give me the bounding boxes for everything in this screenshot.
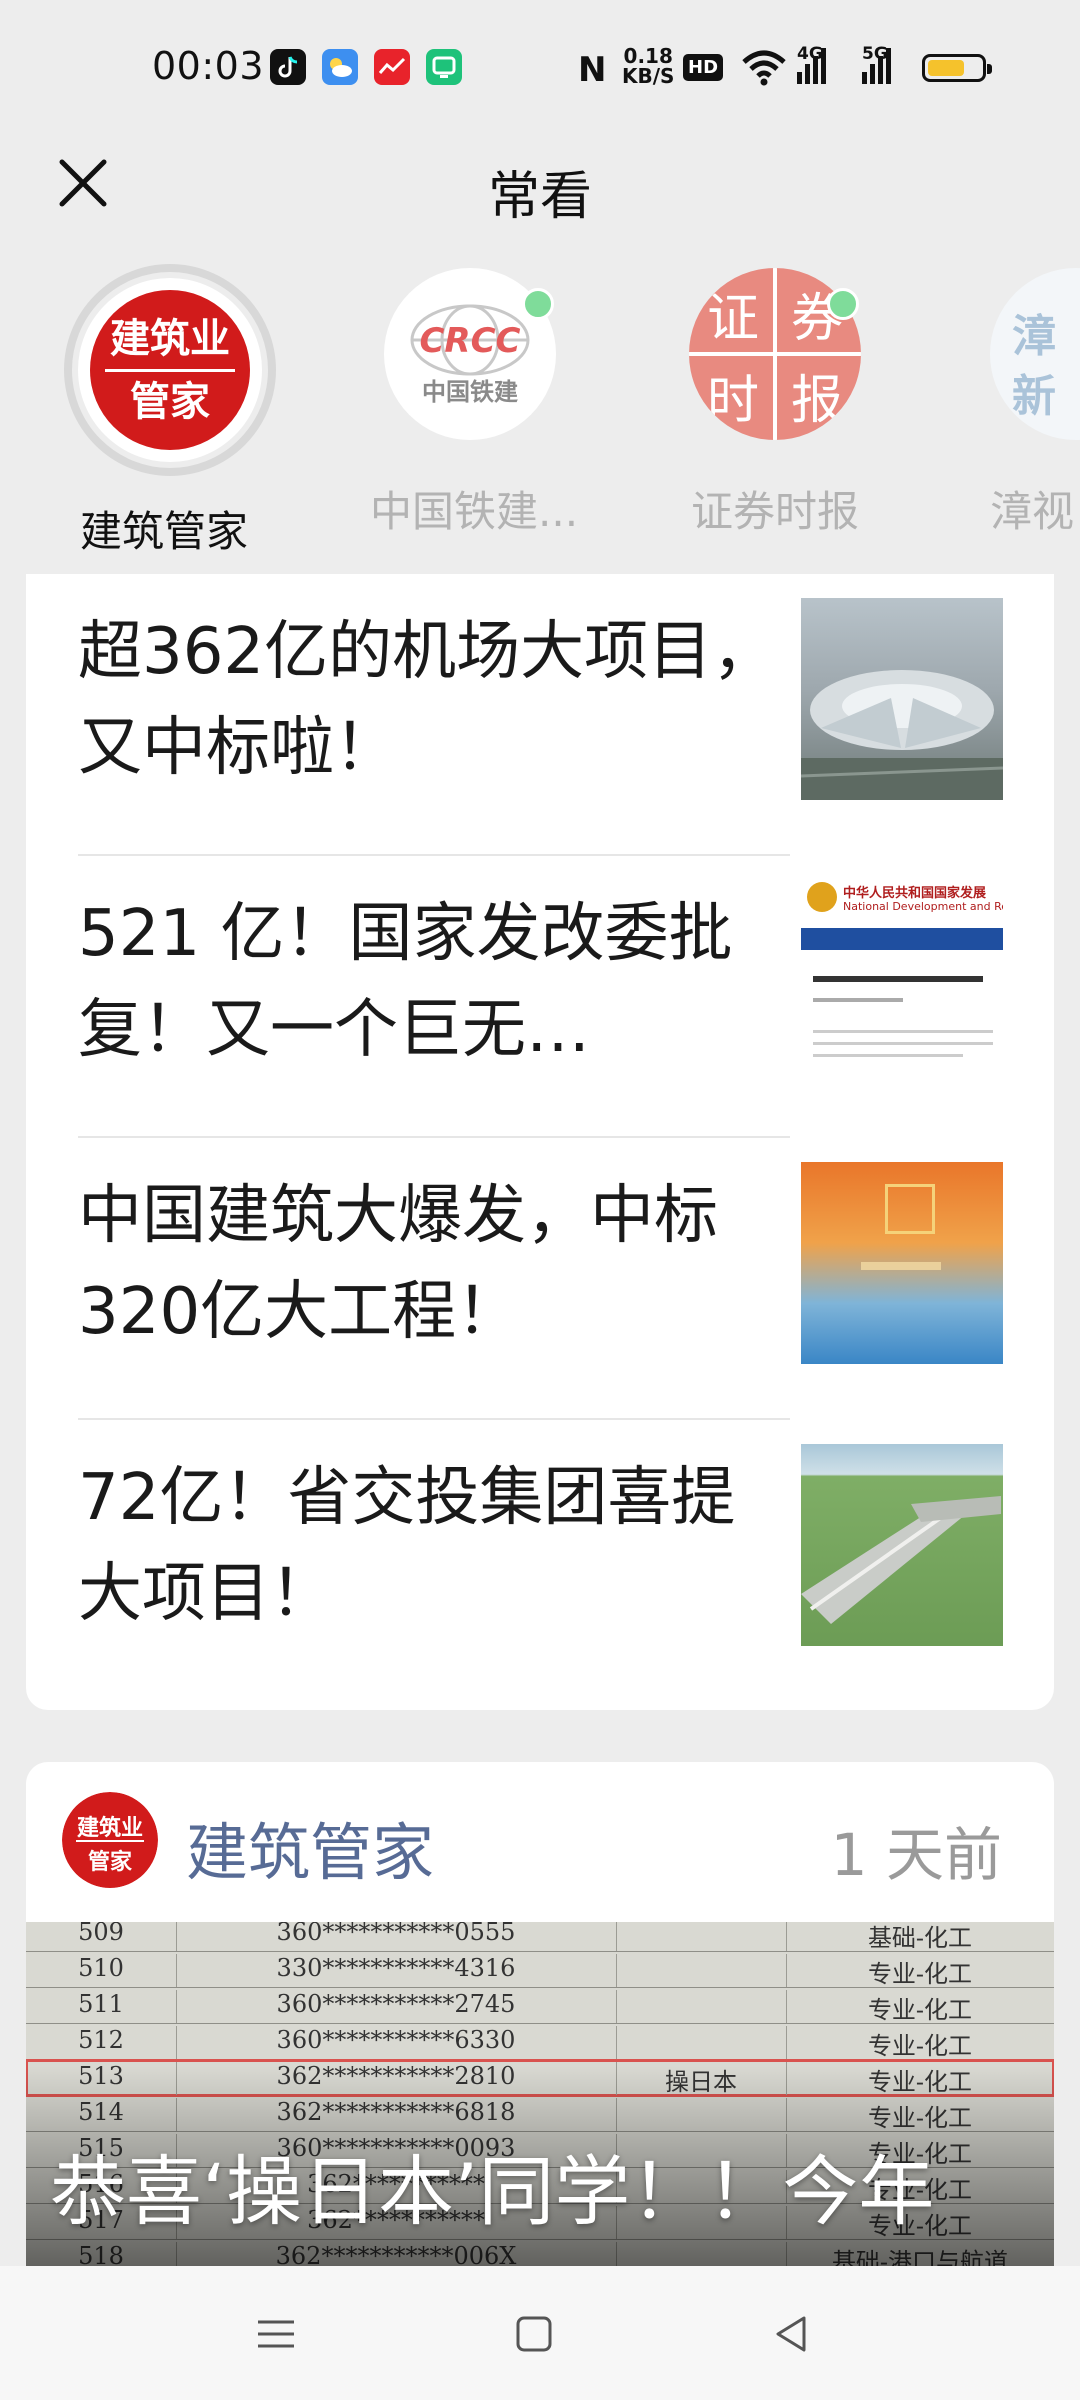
signal-4g: 4G [797,44,826,84]
wifi-icon [742,50,786,86]
cover-table-cell: 专业-化工 [786,1990,1054,2023]
update-dot [522,288,554,320]
status-bar: 00:03 N 0.18 KB/S HD 4G 5G [0,0,1080,130]
article-list-card: 超362亿的机场大项目，又中标啦！ 521 亿！国家发改委批复！又一个巨无… 中… [26,574,1054,1710]
cover-table-cell: 360***********0555 [176,1922,617,1951]
cover-table-cell [616,1990,787,2023]
cover-table-cell: 360***********6330 [176,2026,617,2059]
svg-text:中国铁建: 中国铁建 [422,378,518,406]
account-securities-times[interactable]: 证 券 时 报 证券时报 [675,268,875,539]
back-triangle-icon [776,2316,806,2352]
article-title: 521 亿！国家发改委批复！又一个巨无… [78,897,733,1067]
signal-5g: 5G [862,44,891,84]
article-item[interactable]: 中国建筑大爆发，中标320亿大工程！ [78,1138,790,1420]
menu-button[interactable] [248,2306,304,2362]
tiktok-icon [270,49,306,85]
account-name: 证券时报 [690,487,859,536]
account-name: 漳视 [990,487,1075,536]
article-thumbnail-ndrc: 中华人民共和国国家发展 National Development and Ref [801,880,1003,1082]
account-name: 建筑管家 [79,507,248,556]
weather-icon [322,49,358,85]
battery-icon [922,54,992,82]
account-crcc[interactable]: CRCC 中国铁建 中国铁建... [370,268,579,539]
nfc-icon: N [578,50,607,90]
account-zhangshi[interactable]: 漳 新 漳视 [990,268,1080,539]
hd-voice-icon: HD [683,54,724,81]
cover-table-cell: 509 [26,1922,177,1951]
network-speed: 0.18 KB/S [622,44,675,88]
menu-icon [258,2320,294,2348]
svg-text:时: 时 [707,371,759,431]
cover-table-cell: 511 [26,1990,177,2023]
cover-table-cell: 专业-化工 [786,1954,1054,1987]
account-name: 中国铁建... [370,487,579,536]
cover-table-row: 512 360***********6330 专业-化工 [26,2024,1054,2060]
page-title: 常看 [487,167,592,227]
cover-table-cell: 360***********2745 [176,1990,617,2023]
stock-app-icon [374,49,410,85]
cover-table-row: 510 330***********4316 专业-化工 [26,1952,1054,1988]
account-avatar[interactable]: 建筑业 管家 [62,1792,158,1888]
avatar: 漳 新 [990,268,1080,440]
svg-text:报: 报 [791,371,843,431]
avatar: 建筑业 管家 [64,264,276,476]
cover-table-cell [616,1954,787,1987]
cover-table-cell [616,1922,787,1951]
post-title: 恭喜‘操日本’同学！！今年 [50,2147,935,2236]
home-button[interactable] [506,2306,562,2362]
cover-table-row: 511 360***********2745 专业-化工 [26,1988,1054,2024]
article-item[interactable]: 521 亿！国家发改委批复！又一个巨无… [78,856,790,1138]
cover-table-cell: 专业-化工 [786,2026,1054,2059]
post-time: 1 天前 [830,1821,1002,1889]
article-item[interactable]: 72亿！省交投集团喜提大项目！ [78,1420,790,1700]
clock: 00:03 [152,44,265,88]
cover-table-cell: 510 [26,1954,177,1987]
cover-table-cell: 基础-化工 [786,1922,1054,1951]
article-title: 超362亿的机场大项目，又中标啦！ [78,615,777,785]
cover-table-row: 509 360***********0555 基础-化工 [26,1922,1054,1952]
cover-table-cell [616,2026,787,2059]
article-item[interactable]: 超362亿的机场大项目，又中标啦！ [78,574,790,856]
article-thumbnail-cscec [801,1162,1003,1364]
post-account-name[interactable]: 建筑管家 [186,1802,434,1892]
article-title: 中国建筑大爆发，中标320亿大工程！ [78,1179,718,1349]
svg-text:证: 证 [707,289,759,349]
update-dot [827,288,859,320]
article-title: 72亿！省交投集团喜提大项目！ [78,1461,736,1631]
green-app-icon [426,49,462,85]
article-thumbnail-airport [801,598,1003,800]
svg-text:CRCC: CRCC [419,321,520,361]
cover-table-cell: 512 [26,2026,177,2059]
system-nav-bar [0,2266,1080,2400]
home-square-icon [516,2316,552,2352]
account-jianzhu-guanjia[interactable]: 建筑业 管家 建筑管家 [64,264,276,559]
back-button[interactable] [764,2306,820,2362]
article-thumbnail-highway [801,1444,1003,1646]
cover-table-cell: 330***********4316 [176,1954,617,1987]
